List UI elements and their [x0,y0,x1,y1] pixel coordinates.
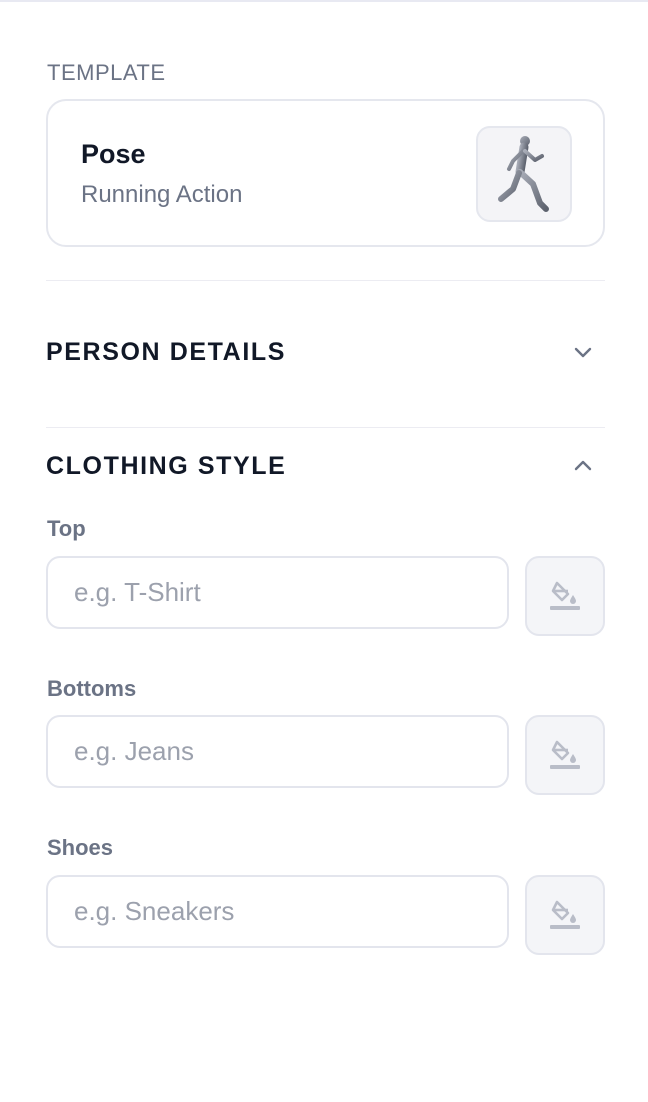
bottoms-color-button[interactable] [525,715,605,795]
top-color-button[interactable] [525,556,605,636]
settings-panel: TEMPLATE Pose Running Action PERSON DETA… [0,0,648,1102]
shoes-label: Shoes [47,835,114,860]
divider [46,427,605,428]
paint-bucket-icon [550,740,580,769]
template-thumbnail [476,126,572,222]
chevron-up-icon [571,454,595,478]
clothing-style-header[interactable]: CLOTHING STYLE [46,446,605,486]
chevron-down-icon [571,340,595,364]
top-label: Top [47,516,86,541]
top-input[interactable] [46,556,509,629]
shoes-input[interactable] [46,875,509,948]
template-title: Pose [81,139,146,169]
paint-bucket-icon [550,900,580,929]
bottoms-label: Bottoms [47,676,137,701]
template-section-label: TEMPLATE [47,60,166,85]
paint-bucket-icon [550,581,580,610]
shoes-color-button[interactable] [525,875,605,955]
clothing-style-title: CLOTHING STYLE [46,451,287,480]
divider [46,280,605,281]
person-details-title: PERSON DETAILS [46,337,287,366]
running-figure-icon [498,136,549,212]
template-subtitle: Running Action [81,181,243,208]
bottoms-input[interactable] [46,715,509,788]
person-details-header[interactable]: PERSON DETAILS [46,332,605,372]
template-card[interactable]: Pose Running Action [46,99,605,247]
